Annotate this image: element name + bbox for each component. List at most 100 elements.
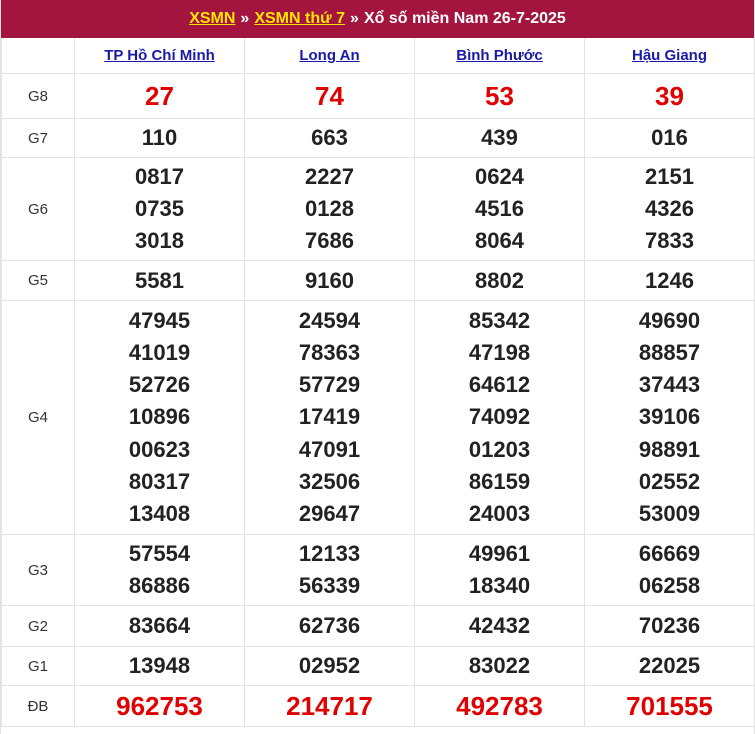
- prize-number: 49961: [468, 541, 531, 566]
- prize-number: 53009: [638, 501, 701, 526]
- breadcrumb-separator: »: [240, 10, 250, 27]
- prize-number: 83022: [468, 653, 531, 678]
- prize-number: 22025: [638, 653, 701, 678]
- province-link-tp-ho-chi-minh[interactable]: TP Hồ Chí Minh: [104, 47, 215, 64]
- prize-number: 53: [485, 81, 514, 111]
- prize-label: G1: [1, 646, 75, 686]
- prize-cell: 02952: [244, 646, 415, 686]
- prize-number: 02552: [638, 468, 701, 494]
- province-link-long-an[interactable]: Long An: [299, 47, 359, 64]
- prize-label: G5: [1, 260, 75, 301]
- prize-number: 41019: [128, 339, 191, 365]
- prize-cell: 83022: [414, 646, 585, 686]
- breadcrumb: XSMN » XSMN thứ 7 » Xổ số miền Nam 26-7-…: [1, 0, 754, 38]
- prize-cell: 85342 47198 64612 74092 01203 86159 24003: [414, 300, 585, 535]
- prize-cell: 27: [74, 73, 245, 119]
- province-header-cell: TP Hồ Chí Minh: [74, 38, 245, 74]
- prize-number: 0624: [475, 164, 524, 189]
- special-prize-number: 962753: [116, 691, 203, 721]
- prize-number: 86159: [468, 468, 531, 494]
- prize-number: 01203: [468, 436, 531, 462]
- prize-row-g7: G7 110 663 439 016: [1, 118, 755, 158]
- prize-cell: 2227 0128 7686: [244, 157, 415, 261]
- prize-number: 3018: [135, 228, 184, 253]
- prize-cell: 5581: [74, 260, 245, 301]
- prize-number: 74: [315, 81, 344, 111]
- province-header-cell: Long An: [244, 38, 415, 74]
- prize-number: 70236: [638, 613, 701, 638]
- prize-label: ĐB: [1, 685, 75, 727]
- prize-number: 39: [655, 81, 684, 111]
- prize-number: 88857: [638, 339, 701, 365]
- prize-number: 47945: [128, 307, 191, 333]
- prize-row-g5: G5 5581 9160 8802 1246: [1, 260, 755, 301]
- prize-cell: 39: [584, 73, 755, 119]
- prize-row-g1: G1 13948 02952 83022 22025: [1, 646, 755, 686]
- breadcrumb-link-xsmn-thu-7[interactable]: XSMN thứ 7: [254, 10, 345, 28]
- prize-cell: 2151 4326 7833: [584, 157, 755, 261]
- prize-number: 64612: [468, 372, 531, 398]
- prize-number: 39106: [638, 404, 701, 430]
- prize-row-db: ĐB 962753 214717 492783 701555: [1, 685, 755, 727]
- prize-number: 0128: [305, 196, 354, 221]
- prize-number: 24594: [298, 307, 361, 333]
- prize-number: 29647: [298, 501, 361, 526]
- prize-number: 83664: [128, 613, 191, 638]
- prize-number: 7686: [305, 228, 354, 253]
- prize-number: 663: [311, 125, 348, 150]
- prize-number: 85342: [468, 307, 531, 333]
- prize-number: 62736: [298, 613, 361, 638]
- corner-cell: [1, 38, 75, 74]
- province-header-cell: Hậu Giang: [584, 38, 755, 74]
- prize-number: 2151: [645, 164, 694, 189]
- breadcrumb-link-xsmn[interactable]: XSMN: [189, 10, 235, 28]
- results-table: TP Hồ Chí Minh Long An Bình Phước Hậu Gi…: [1, 38, 755, 727]
- prize-number: 57554: [128, 541, 191, 566]
- prize-number: 18340: [468, 573, 531, 598]
- prize-row-g8: G8 27 74 53 39: [1, 73, 755, 119]
- prize-table-body: G8 27 74 53 39 G7 110 663 439 016 G6 0817 0735 3018 22…: [1, 73, 755, 727]
- prize-cell: 13948: [74, 646, 245, 686]
- prize-number: 52726: [128, 372, 191, 398]
- prize-label: G8: [1, 73, 75, 119]
- province-link-binh-phuoc[interactable]: Bình Phước: [456, 47, 543, 64]
- prize-label: G3: [1, 534, 75, 606]
- prize-cell: 53: [414, 73, 585, 119]
- prize-cell: 74: [244, 73, 415, 119]
- prize-number: 4326: [645, 196, 694, 221]
- prize-number: 13408: [128, 501, 191, 526]
- prize-row-g2: G2 83664 62736 42432 70236: [1, 605, 755, 647]
- prize-number: 80317: [128, 468, 191, 494]
- prize-number: 9160: [305, 267, 354, 293]
- prize-number: 00623: [128, 436, 191, 462]
- prize-label: G7: [1, 118, 75, 158]
- prize-number: 5581: [135, 267, 184, 293]
- prize-cell: 70236: [584, 605, 755, 647]
- special-prize-number: 214717: [286, 691, 373, 721]
- prize-number: 12133: [298, 541, 361, 566]
- prize-label: G2: [1, 605, 75, 647]
- prize-cell: 439: [414, 118, 585, 158]
- prize-label: G6: [1, 157, 75, 261]
- prize-number: 02952: [298, 653, 361, 678]
- prize-number: 24003: [468, 501, 531, 526]
- prize-cell: 214717: [244, 685, 415, 727]
- page-title: Xổ số miền Nam 26-7-2025: [363, 10, 566, 27]
- prize-cell: 492783: [414, 685, 585, 727]
- prize-cell: 22025: [584, 646, 755, 686]
- prize-number: 7833: [645, 228, 694, 253]
- prize-cell: 12133 56339: [244, 534, 415, 606]
- prize-number: 13948: [128, 653, 191, 678]
- prize-number: 0817: [135, 164, 184, 189]
- prize-cell: 0624 4516 8064: [414, 157, 585, 261]
- prize-number: 110: [141, 125, 178, 150]
- prize-cell: 016: [584, 118, 755, 158]
- prize-number: 27: [145, 81, 174, 111]
- breadcrumb-separator: »: [350, 10, 359, 27]
- province-link-hau-giang[interactable]: Hậu Giang: [632, 47, 707, 64]
- prize-number: 439: [481, 125, 518, 150]
- prize-row-g3: G3 57554 86886 12133 56339 49961 18340 66669 062…: [1, 534, 755, 606]
- prize-row-g4: G4 47945 41019 52726 10896 00623 80317 13408 245…: [1, 300, 755, 535]
- prize-cell: 8802: [414, 260, 585, 301]
- prize-number: 47198: [468, 339, 531, 365]
